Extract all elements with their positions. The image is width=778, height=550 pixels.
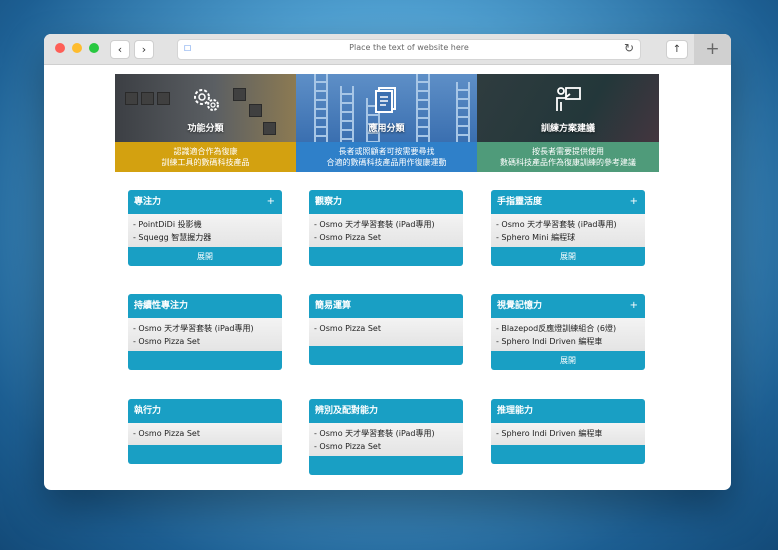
card-footer	[128, 445, 282, 464]
card-body: - Osmo 天才學習套裝 (iPad專用) - Osmo Pizza Set	[309, 214, 463, 247]
list-item[interactable]: - PointDiDi 投影機	[133, 219, 277, 232]
list-item[interactable]: - Osmo Pizza Set	[314, 323, 458, 336]
category-card: 推理能力 - Sphero Indi Driven 編程車	[491, 399, 645, 464]
banner-caption: 長者或照顧者可按需要尋找 合適的數碼科技產品用作復康運動	[296, 142, 477, 172]
card-footer	[309, 247, 463, 266]
card-body: - Osmo Pizza Set	[309, 318, 463, 346]
category-card: 辨別及配對能力 - Osmo 天才學習套裝 (iPad專用) - Osmo Pi…	[309, 399, 463, 475]
banner-training-plan[interactable]: 訓練方案建議 按長者需要提供使用 數碼科技產品作為復康訓練的參考建議	[477, 74, 659, 172]
category-card: 專注力 + - PointDiDi 投影機 - Squegg 智慧握力器 展開	[128, 190, 282, 266]
close-window-button[interactable]	[55, 43, 65, 53]
address-bar[interactable]: ☐ Place the text of website here ↻	[177, 39, 641, 60]
card-body: - Osmo 天才學習套裝 (iPad專用) - Osmo Pizza Set	[128, 318, 282, 351]
plus-icon: +	[705, 39, 720, 59]
category-card: 執行力 - Osmo Pizza Set	[128, 399, 282, 464]
banner-title: 訓練方案建議	[540, 124, 595, 134]
list-item[interactable]: - Osmo 天才學習套裝 (iPad專用)	[496, 219, 640, 232]
forward-button[interactable]: ›	[134, 40, 154, 59]
card-footer	[128, 351, 282, 370]
card-title: 手指靈活度	[497, 197, 543, 207]
list-item[interactable]: - Osmo 天才學習套裝 (iPad專用)	[314, 219, 458, 232]
card-title: 持續性專注力	[134, 301, 189, 311]
card-title: 簡易運算	[315, 301, 352, 311]
maximize-window-button[interactable]	[89, 43, 99, 53]
category-card: 持續性專注力 - Osmo 天才學習套裝 (iPad專用) - Osmo Piz…	[128, 294, 282, 370]
card-body: - Osmo Pizza Set	[128, 423, 282, 445]
expand-button[interactable]: 展開	[491, 247, 645, 266]
address-text: Place the text of website here	[349, 43, 469, 52]
banner-title: 應用分類	[368, 124, 405, 134]
new-tab-button[interactable]: +	[694, 34, 731, 64]
list-item[interactable]: - Osmo Pizza Set	[133, 336, 277, 349]
plus-icon[interactable]: +	[630, 190, 638, 214]
list-item[interactable]: - Squegg 智慧握力器	[133, 232, 277, 245]
card-footer	[309, 346, 463, 365]
list-item[interactable]: - Osmo Pizza Set	[314, 232, 458, 245]
card-body: - PointDiDi 投影機 - Squegg 智慧握力器	[128, 214, 282, 247]
card-title: 執行力	[134, 406, 162, 416]
category-card: 簡易運算 - Osmo Pizza Set	[309, 294, 463, 365]
banner-caption: 按長者需要提供使用 數碼科技產品作為復康訓練的參考建議	[477, 142, 659, 172]
minimize-window-button[interactable]	[72, 43, 82, 53]
list-item[interactable]: - Sphero Mini 編程球	[496, 232, 640, 245]
card-title: 視覺記憶力	[497, 301, 543, 311]
list-item[interactable]: - Osmo 天才學習套裝 (iPad專用)	[133, 323, 277, 336]
browser-toolbar: ‹ › ☐ Place the text of website here ↻ ↑…	[44, 34, 731, 65]
banner-title: 功能分類	[187, 124, 224, 134]
browser-window: ‹ › ☐ Place the text of website here ↻ ↑…	[44, 34, 731, 490]
share-icon: ↑	[672, 44, 682, 55]
card-header[interactable]: 推理能力	[491, 399, 645, 423]
card-body: - Blazepod反應燈訓練組合 (6燈) - Sphero Indi Dri…	[491, 318, 645, 351]
card-title: 推理能力	[497, 406, 534, 416]
card-header[interactable]: 手指靈活度 +	[491, 190, 645, 214]
list-item[interactable]: - Sphero Indi Driven 編程車	[496, 336, 640, 349]
presenter-icon	[556, 87, 581, 111]
expand-button[interactable]: 展開	[128, 247, 282, 266]
card-title: 專注力	[134, 197, 162, 207]
card-header[interactable]: 專注力 +	[128, 190, 282, 214]
back-button[interactable]: ‹	[110, 40, 130, 59]
reload-icon[interactable]: ↻	[624, 41, 634, 55]
card-body: - Sphero Indi Driven 編程車	[491, 423, 645, 445]
banner-function-category[interactable]: 功能分類 認識適合作為復康 訓練工具的數碼科技產品	[115, 74, 296, 172]
category-card: 觀察力 - Osmo 天才學習套裝 (iPad專用) - Osmo Pizza …	[309, 190, 463, 266]
category-card: 視覺記憶力 + - Blazepod反應燈訓練組合 (6燈) - Sphero I…	[491, 294, 645, 370]
card-footer	[309, 456, 463, 475]
list-item[interactable]: - Osmo Pizza Set	[314, 441, 458, 454]
chevron-right-icon: ›	[141, 43, 147, 56]
plus-icon[interactable]: +	[630, 294, 638, 318]
gears-icon	[193, 89, 219, 111]
share-button[interactable]: ↑	[666, 40, 688, 59]
card-header[interactable]: 簡易運算	[309, 294, 463, 318]
list-item[interactable]: - Osmo 天才學習套裝 (iPad專用)	[314, 428, 458, 441]
card-body: - Osmo 天才學習套裝 (iPad專用) - Sphero Mini 編程球	[491, 214, 645, 247]
list-item[interactable]: - Osmo Pizza Set	[133, 428, 277, 441]
banner-application-category[interactable]: 應用分類 長者或照顧者可按需要尋找 合適的數碼科技產品用作復康運動	[296, 74, 477, 172]
category-card: 手指靈活度 + - Osmo 天才學習套裝 (iPad專用) - Sphero M…	[491, 190, 645, 266]
list-item[interactable]: - Sphero Indi Driven 編程車	[496, 428, 640, 441]
expand-button[interactable]: 展開	[491, 351, 645, 370]
card-footer	[491, 445, 645, 464]
card-header[interactable]: 觀察力	[309, 190, 463, 214]
card-title: 觀察力	[315, 197, 343, 207]
card-header[interactable]: 持續性專注力	[128, 294, 282, 318]
card-body: - Osmo 天才學習套裝 (iPad專用) - Osmo Pizza Set	[309, 423, 463, 456]
document-icon	[374, 87, 396, 113]
banner-caption: 認識適合作為復康 訓練工具的數碼科技產品	[115, 142, 296, 172]
card-title: 辨別及配對能力	[315, 406, 379, 416]
card-header[interactable]: 辨別及配對能力	[309, 399, 463, 423]
card-header[interactable]: 執行力	[128, 399, 282, 423]
plus-icon[interactable]: +	[267, 190, 275, 214]
card-header[interactable]: 視覺記憶力 +	[491, 294, 645, 318]
list-item[interactable]: - Blazepod反應燈訓練組合 (6燈)	[496, 323, 640, 336]
chevron-left-icon: ‹	[117, 43, 123, 56]
